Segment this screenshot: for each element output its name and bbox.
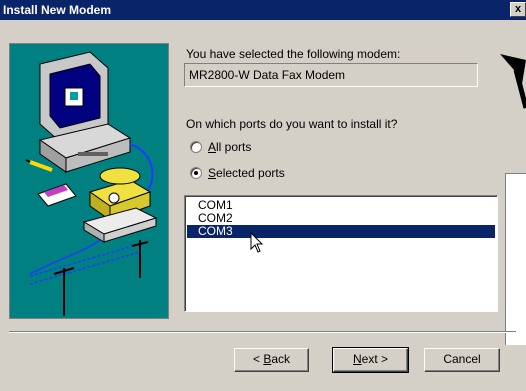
title-bar: Install New Modem x	[0, 0, 526, 20]
next-button[interactable]: Next >	[332, 347, 409, 373]
radio-all-ports-circle[interactable]	[190, 141, 202, 153]
cancel-button[interactable]: Cancel	[424, 348, 500, 372]
wizard-illustration	[9, 43, 169, 319]
selected-modem-label: You have selected the following modem:	[186, 47, 401, 61]
button-divider	[9, 331, 516, 333]
list-item-com3[interactable]: COM3	[187, 225, 495, 238]
radio-all-ports-label: All ports	[208, 140, 252, 154]
window-title: Install New Modem	[3, 3, 112, 17]
computer-icon	[38, 51, 132, 173]
side-panel	[505, 173, 526, 345]
close-button[interactable]: x	[510, 2, 526, 17]
arrow-icon	[480, 40, 526, 113]
modem-name-value: MR2800-W Data Fax Modem	[189, 68, 346, 82]
modem-icon	[82, 207, 158, 243]
utility-pole-icon	[53, 240, 149, 316]
radio-selected-ports[interactable]: Selected ports	[190, 166, 285, 180]
back-button[interactable]: < Back	[234, 348, 309, 372]
mouse-cursor-icon	[250, 231, 264, 257]
ports-listbox[interactable]: COM1 COM2 COM3	[184, 195, 498, 312]
close-icon: x	[514, 3, 522, 15]
radio-all-ports[interactable]: All ports	[190, 140, 251, 154]
ports-question-label: On which ports do you want to install it…	[186, 117, 398, 131]
modem-name-field: MR2800-W Data Fax Modem	[184, 63, 478, 87]
radio-selected-ports-circle[interactable]	[190, 167, 202, 179]
list-item-com1[interactable]: COM1	[187, 199, 495, 212]
radio-selected-ports-label: Selected ports	[208, 166, 285, 180]
list-item-com2[interactable]: COM2	[187, 212, 495, 225]
